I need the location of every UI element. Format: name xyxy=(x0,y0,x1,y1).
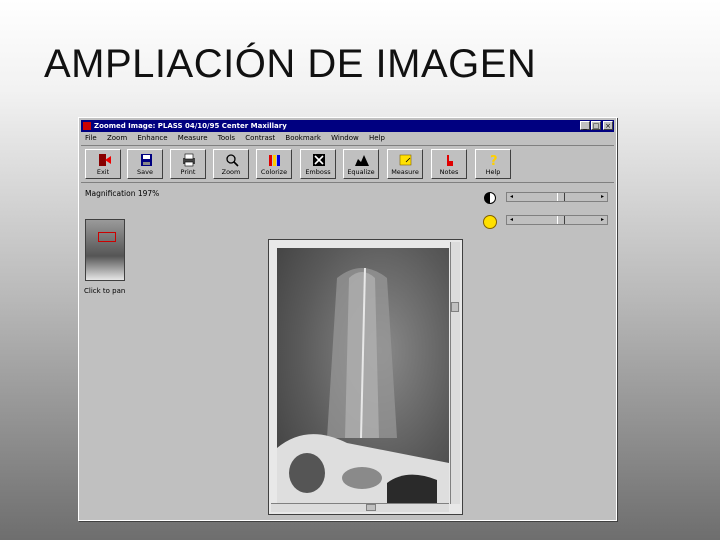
toolbar: Exit Save Print Zoom Colorize Emboss Equ… xyxy=(81,145,614,183)
equalize-button[interactable]: Equalize xyxy=(343,149,379,179)
menu-measure[interactable]: Measure xyxy=(178,134,208,142)
contrast-slider[interactable]: ◂ ▸ xyxy=(506,192,608,202)
menu-help[interactable]: Help xyxy=(369,134,385,142)
colorize-button[interactable]: Colorize xyxy=(256,149,292,179)
menu-file[interactable]: File xyxy=(85,134,97,142)
arrow-left-icon[interactable]: ◂ xyxy=(507,193,516,201)
arrow-left-icon[interactable]: ◂ xyxy=(507,216,516,224)
app-icon[interactable] xyxy=(83,122,91,130)
arrow-right-icon[interactable]: ▸ xyxy=(598,216,607,224)
maximize-button[interactable]: □ xyxy=(591,121,601,130)
thumbnail-preview[interactable] xyxy=(85,219,125,281)
slide-title: AMPLIACIÓN DE IMAGEN xyxy=(44,42,537,86)
menu-tools[interactable]: Tools xyxy=(218,134,235,142)
contrast-icon xyxy=(484,192,496,204)
close-button[interactable]: × xyxy=(603,121,613,130)
emboss-icon xyxy=(313,154,325,166)
dental-xray-image[interactable] xyxy=(277,248,449,504)
vertical-scrollbar[interactable] xyxy=(450,242,460,504)
magnification-label: Magnification 197% xyxy=(85,189,160,198)
brightness-icon xyxy=(483,215,497,229)
menu-bar: File Zoom Enhance Measure Tools Contrast… xyxy=(81,133,614,144)
save-icon xyxy=(141,154,152,166)
arrow-right-icon[interactable]: ▸ xyxy=(598,193,607,201)
magnifier-icon xyxy=(226,154,239,167)
print-button[interactable]: Print xyxy=(170,149,206,179)
print-icon xyxy=(183,153,195,167)
save-button[interactable]: Save xyxy=(127,149,163,179)
exit-icon xyxy=(99,154,111,166)
menu-zoom[interactable]: Zoom xyxy=(107,134,127,142)
zoomed-image-frame xyxy=(268,239,463,515)
contrast-slider-thumb[interactable] xyxy=(557,193,565,201)
window-titlebar[interactable]: Zoomed Image: PLASS 04/10/95 Center Maxi… xyxy=(81,120,614,132)
zoom-button[interactable]: Zoom xyxy=(213,149,249,179)
help-button[interactable]: ? Help xyxy=(475,149,511,179)
exit-button[interactable]: Exit xyxy=(85,149,121,179)
click-to-pan-label: Click to pan xyxy=(84,287,126,295)
xray-canvas xyxy=(277,267,449,504)
svg-text:?: ? xyxy=(490,154,498,167)
vertical-scroll-thumb[interactable] xyxy=(451,302,459,312)
menu-enhance[interactable]: Enhance xyxy=(137,134,167,142)
window-title: Zoomed Image: PLASS 04/10/95 Center Maxi… xyxy=(94,122,287,130)
minimize-button[interactable]: _ xyxy=(580,121,590,130)
measure-icon xyxy=(399,154,412,166)
histogram-icon xyxy=(355,155,369,166)
horizontal-scrollbar[interactable] xyxy=(271,503,449,512)
measure-button[interactable]: Measure xyxy=(387,149,423,179)
brightness-slider-thumb[interactable] xyxy=(557,216,565,224)
menu-bookmark[interactable]: Bookmark xyxy=(285,134,320,142)
menu-window[interactable]: Window xyxy=(331,134,359,142)
notes-icon xyxy=(447,155,453,166)
brightness-slider[interactable]: ◂ ▸ xyxy=(506,215,608,225)
thumbnail-viewport-box xyxy=(98,232,116,242)
color-bars-icon xyxy=(269,155,280,166)
menu-contrast[interactable]: Contrast xyxy=(245,134,275,142)
emboss-button[interactable]: Emboss xyxy=(300,149,336,179)
horizontal-scroll-thumb[interactable] xyxy=(366,504,376,511)
zoomed-image-window: Zoomed Image: PLASS 04/10/95 Center Maxi… xyxy=(78,117,617,521)
help-icon: ? xyxy=(490,154,498,167)
notes-button[interactable]: Notes xyxy=(431,149,467,179)
